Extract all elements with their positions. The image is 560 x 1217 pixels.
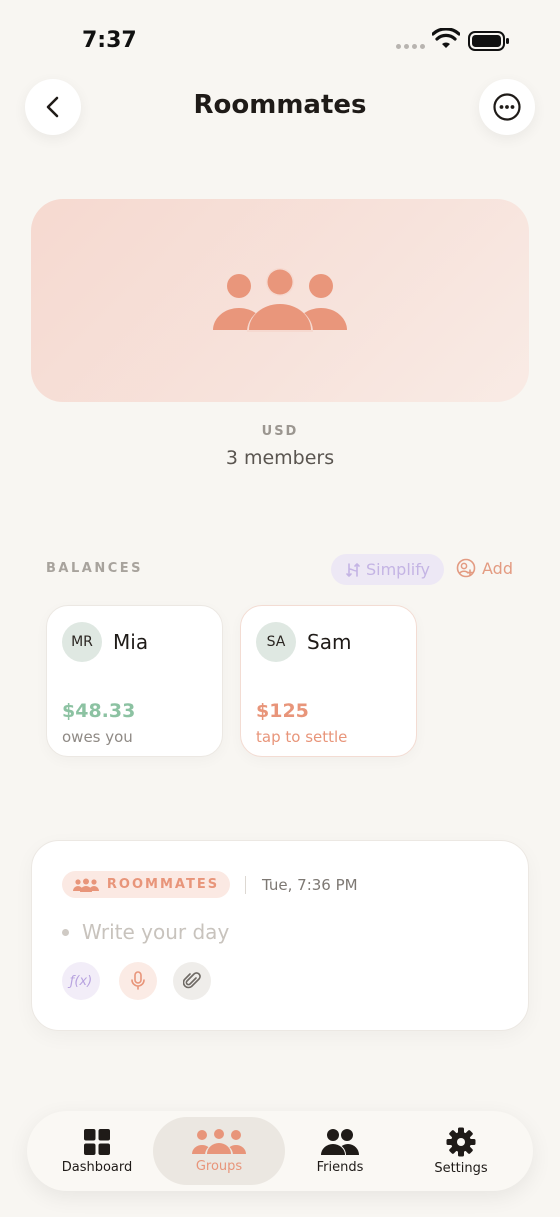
more-options-button[interactable] <box>479 79 535 135</box>
tab-settings[interactable]: Settings <box>395 1117 527 1185</box>
cellular-signal-icon <box>396 44 425 49</box>
add-member-button[interactable]: Add <box>456 558 513 578</box>
balance-card-mia[interactable]: MR Mia $48.33 owes you <box>46 605 223 757</box>
divider <box>245 876 246 894</box>
member-name: Sam <box>307 630 352 654</box>
function-icon: ƒ(x) <box>69 973 93 989</box>
avatar: MR <box>62 622 102 662</box>
tab-label: Dashboard <box>61 1159 133 1175</box>
simplify-label: Simplify <box>365 560 431 579</box>
group-currency: USD <box>261 424 299 439</box>
microphone-icon <box>131 971 145 990</box>
member-count: 3 members <box>225 447 335 469</box>
group-cover-banner <box>31 199 529 402</box>
tab-label: Groups <box>195 1158 243 1174</box>
entry-timestamp: Tue, 7:36 PM <box>262 876 358 894</box>
friends-icon <box>320 1128 359 1155</box>
tab-dashboard[interactable]: Dashboard <box>31 1117 163 1185</box>
tab-groups[interactable]: Groups <box>153 1117 285 1185</box>
people-group-icon <box>213 267 347 332</box>
people-group-icon <box>72 878 99 892</box>
balance-amount: $125 <box>256 700 309 722</box>
balance-status: tap to settle <box>256 728 348 746</box>
grid-icon <box>84 1128 110 1155</box>
tab-friends[interactable]: Friends <box>274 1117 406 1185</box>
balance-card-sam[interactable]: SA Sam $125 tap to settle <box>240 605 417 757</box>
simplify-button[interactable]: Simplify <box>331 554 444 585</box>
journal-text-input[interactable] <box>82 917 482 947</box>
bottom-tab-bar: Dashboard Groups Friends Settings <box>27 1111 533 1191</box>
simplify-arrows-icon <box>346 562 360 577</box>
attach-button[interactable] <box>173 962 211 1000</box>
status-time: 7:37 <box>82 28 137 53</box>
balances-section-label: BALANCES <box>46 561 143 576</box>
paperclip-icon <box>183 972 201 989</box>
page-title: Roommates <box>193 90 367 120</box>
add-person-icon <box>456 558 476 578</box>
group-tag-label: ROOMMATES <box>106 877 220 892</box>
balance-status: owes you <box>62 728 133 746</box>
avatar: SA <box>256 622 296 662</box>
tab-label: Friends <box>316 1159 364 1175</box>
gear-icon <box>446 1127 476 1156</box>
bullet-point <box>62 929 69 936</box>
add-label: Add <box>482 558 513 578</box>
member-name: Mia <box>113 630 149 654</box>
voice-record-button[interactable] <box>119 962 157 1000</box>
balance-amount: $48.33 <box>62 700 136 722</box>
people-group-icon <box>192 1128 246 1155</box>
wifi-icon <box>432 28 460 48</box>
more-horizontal-icon <box>493 93 521 121</box>
formula-button[interactable]: ƒ(x) <box>62 962 100 1000</box>
tab-label: Settings <box>434 1160 488 1176</box>
battery-icon <box>468 31 509 51</box>
group-tag-chip[interactable]: ROOMMATES <box>62 871 230 898</box>
status-bar: 7:37 <box>0 0 560 80</box>
journal-entry-card: ROOMMATES Tue, 7:36 PM ƒ(x) <box>31 840 529 1031</box>
